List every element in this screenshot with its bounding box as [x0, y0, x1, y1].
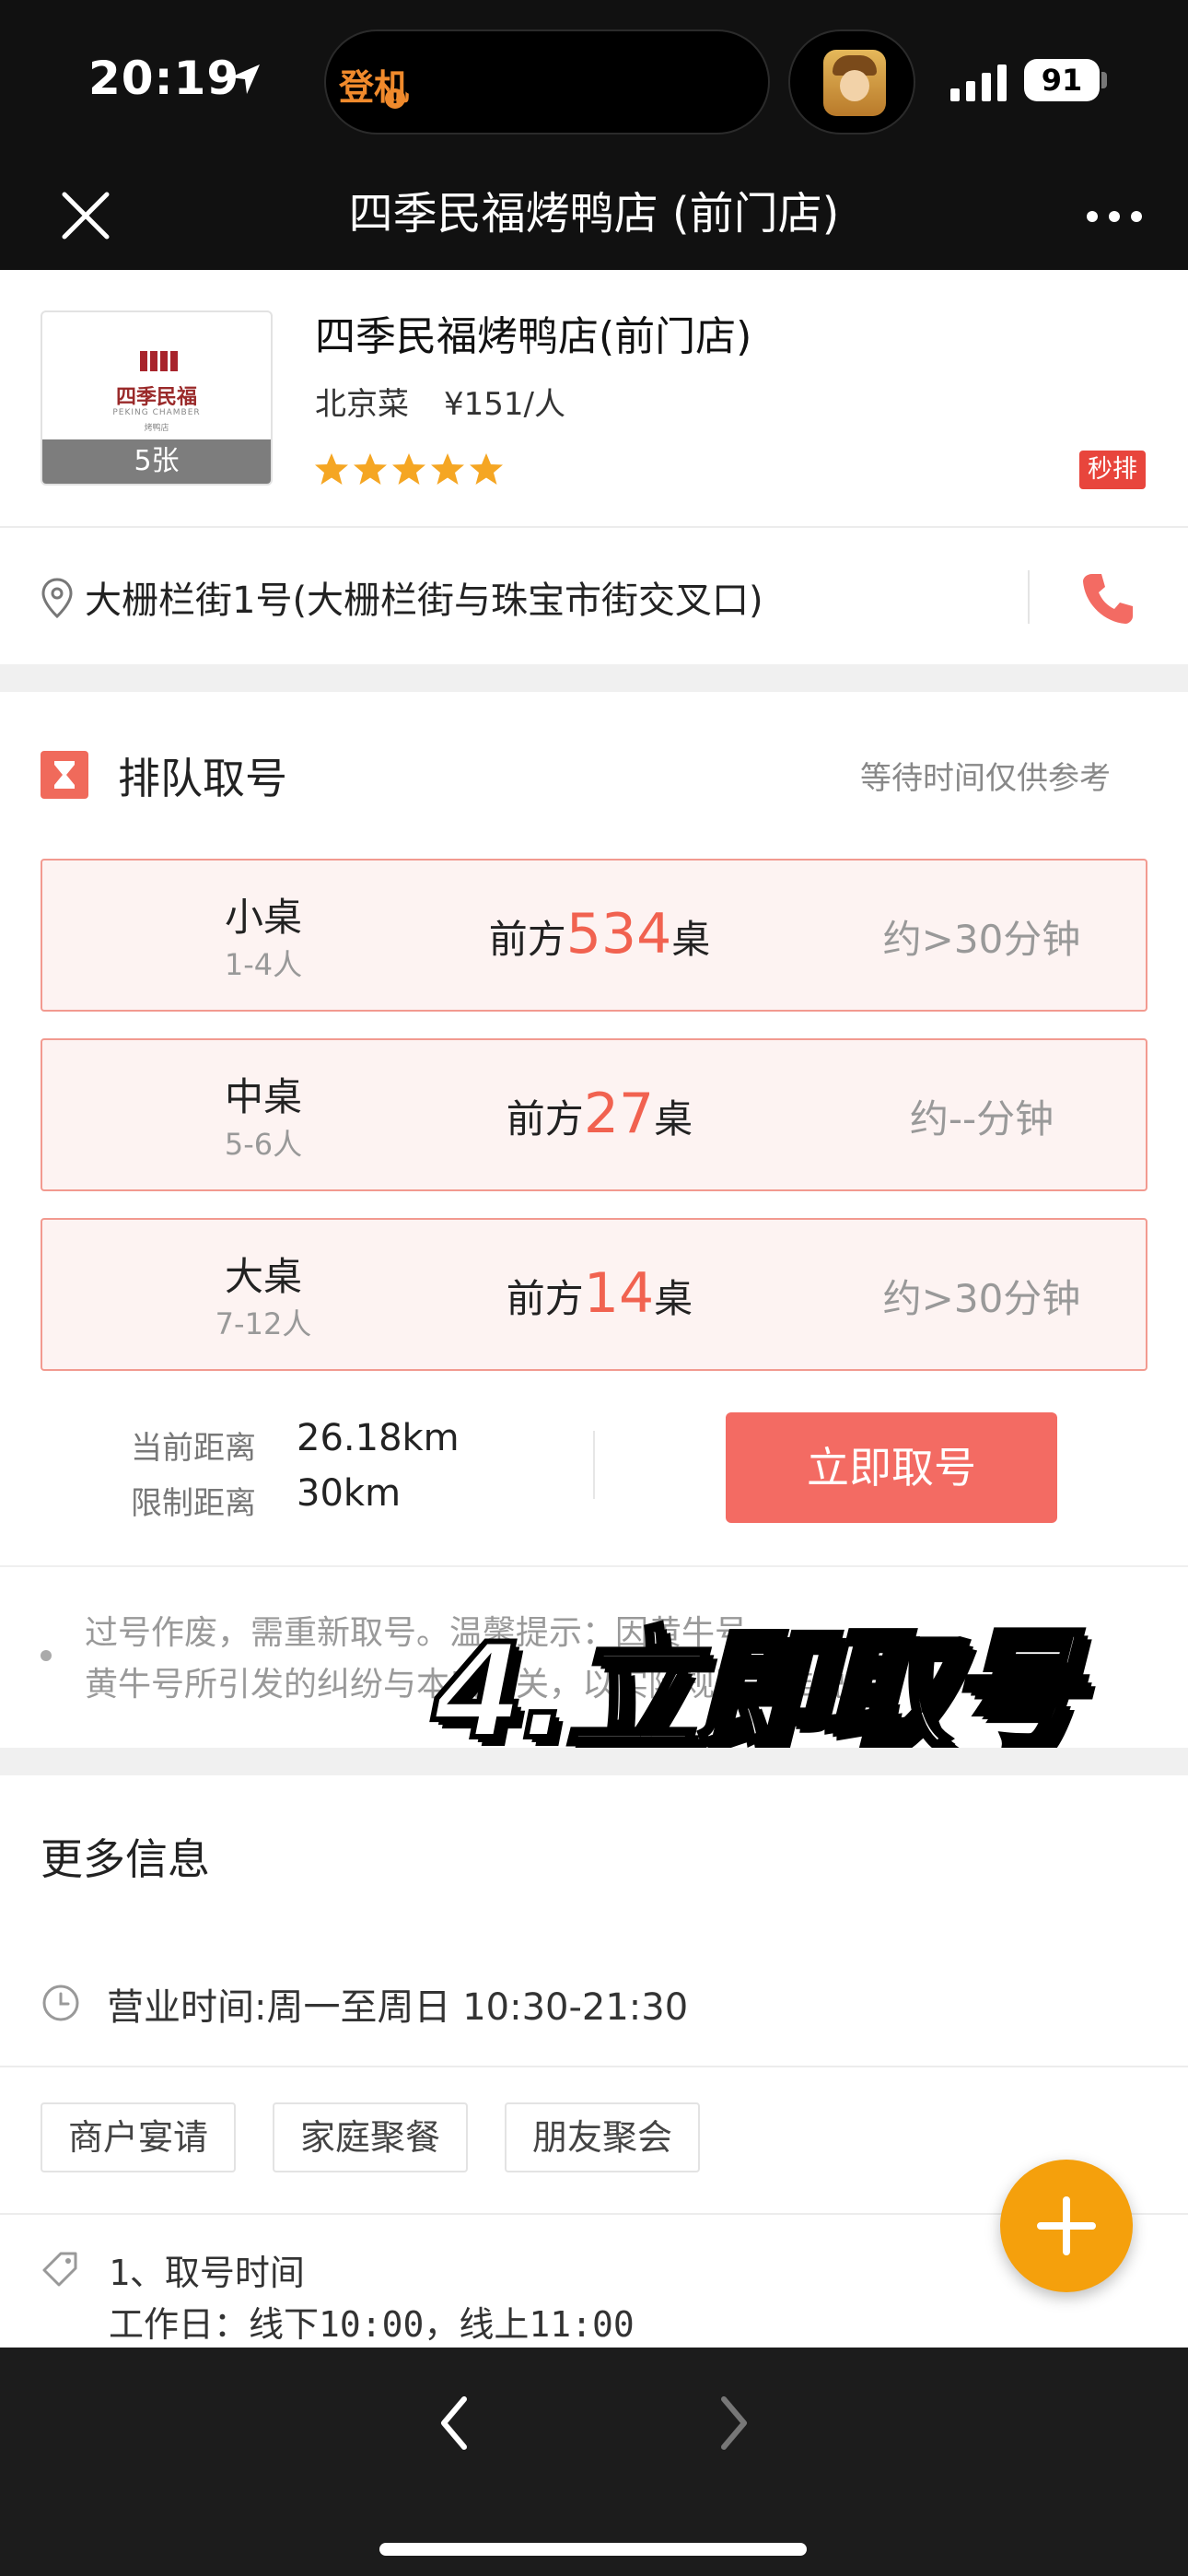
queue-ahead-count: 27 — [583, 1082, 655, 1146]
table-type: 小桌 — [224, 895, 302, 940]
star-icon — [315, 453, 348, 485]
table-row-medium[interactable]: 中桌 5-6人 前方27桌 约--分钟 — [41, 1038, 1147, 1191]
table-type: 大桌 — [224, 1254, 302, 1299]
table-size: 7-12人 — [215, 1306, 312, 1341]
rating-stars — [313, 451, 507, 491]
rule-title: 1、取号时间 — [109, 2253, 305, 2293]
shop-price: ¥151/人 — [444, 386, 565, 423]
table-size: 1-4人 — [224, 947, 303, 982]
table-row-small[interactable]: 小桌 1-4人 前方534桌 约>30分钟 — [41, 859, 1147, 1012]
business-hours: 营业时间:周一至周日 10:30-21:30 — [107, 1986, 689, 2029]
queue-title: 排队取号 — [118, 754, 287, 803]
divider — [1028, 570, 1030, 624]
address-row[interactable]: 大栅栏街1号(大栅栏街与珠宝市街交叉口) — [0, 528, 1188, 664]
star-icon — [431, 453, 464, 485]
forward-arrow-icon[interactable] — [700, 2384, 764, 2462]
more-icon[interactable] — [1077, 189, 1151, 244]
close-icon[interactable] — [53, 183, 118, 248]
address-text: 大栅栏街1号(大栅栏街与珠宝市街交叉口) — [85, 580, 763, 622]
wait-time: 约>30分钟 — [882, 917, 1081, 962]
take-number-button[interactable]: 立即取号 — [726, 1412, 1057, 1523]
star-icon — [470, 453, 503, 485]
more-info-title: 更多信息 — [41, 1834, 210, 1884]
instant-queue-tag: 秒排 — [1079, 451, 1146, 489]
tag-friends-gathering: 朋友聚会 — [505, 2102, 701, 2172]
shop-header: 四季民福 PEKING CHAMBER 烤鸭店 5张 四季民福烤鸭店(前门店) … — [0, 270, 1188, 528]
overlay-caption: 4.立即取号 — [430, 1613, 1081, 1771]
star-icon — [354, 453, 387, 485]
queue-ahead: 前方27桌 — [506, 1082, 693, 1146]
price-tag-icon — [42, 2252, 77, 2287]
bullet-dot — [41, 1650, 52, 1661]
photo-count: 5张 — [42, 439, 271, 484]
battery-nub — [1101, 72, 1107, 88]
phone-icon[interactable] — [1077, 568, 1138, 629]
divider — [593, 1431, 595, 1499]
home-indicator[interactable] — [379, 2543, 807, 2556]
current-distance-label: 当前距离 — [131, 1430, 256, 1467]
add-floating-button[interactable] — [1000, 2160, 1133, 2292]
dynamic-island[interactable]: 登机 ! — [324, 29, 770, 135]
limit-distance-label: 限制距离 — [131, 1485, 256, 1522]
clock-icon — [42, 1985, 79, 2021]
tag-family-dinner: 家庭聚餐 — [273, 2102, 469, 2172]
current-distance-value: 26.18km — [297, 1417, 460, 1459]
wait-time: 约>30分钟 — [882, 1276, 1081, 1321]
avatar — [823, 50, 886, 116]
logo-english: PEKING CHAMBER — [112, 408, 201, 417]
bottom-browser-bar — [0, 2348, 1188, 2576]
shop-name: 四季民福烤鸭店(前门店) — [315, 313, 752, 360]
page-title: 四季民福烤鸭店 (前门店) — [348, 188, 840, 240]
wait-time: 约--分钟 — [909, 1096, 1054, 1142]
table-size: 5-6人 — [224, 1127, 303, 1162]
queue-ahead-count: 534 — [565, 902, 672, 966]
location-pin-icon — [41, 578, 73, 619]
shop-photo[interactable]: 四季民福 PEKING CHAMBER 烤鸭店 5张 — [41, 310, 273, 486]
divider — [0, 2066, 1188, 2067]
limit-distance-value: 30km — [297, 1472, 402, 1515]
star-icon — [392, 453, 425, 485]
tag-business-dinner: 商户宴请 — [41, 2102, 237, 2172]
signal-icon — [950, 64, 1007, 101]
island-avatar-pill[interactable] — [788, 29, 915, 135]
queue-ahead: 前方14桌 — [506, 1261, 693, 1326]
section-gap — [0, 664, 1188, 692]
shop-cuisine: 北京菜 — [315, 386, 409, 423]
rule-line: 工作日：线下10:00，线上11:00 — [109, 2304, 635, 2345]
battery-icon: 91 — [1024, 59, 1100, 101]
logo-text: 四季民福 — [115, 385, 197, 409]
status-time: 20:19 — [88, 52, 240, 105]
hourglass-icon — [41, 751, 88, 799]
section-gap — [0, 1748, 1188, 1775]
logo-subtitle: 烤鸭店 — [144, 424, 169, 433]
status-bar: 20:19 登机 ! 91 — [0, 0, 1188, 161]
back-arrow-icon[interactable] — [424, 2384, 488, 2462]
queue-note: 等待时间仅供参考 — [860, 760, 1111, 797]
table-type: 中桌 — [224, 1074, 302, 1119]
table-row-large[interactable]: 大桌 7-12人 前方14桌 约>30分钟 — [41, 1218, 1147, 1371]
nav-bar: 四季民福烤鸭店 (前门店) — [0, 161, 1188, 270]
logo-mark — [140, 351, 178, 371]
island-alert-badge: ! — [385, 88, 405, 109]
queue-ahead-count: 14 — [583, 1261, 655, 1326]
queue-ahead: 前方534桌 — [488, 902, 711, 966]
location-arrow-icon — [230, 64, 260, 94]
